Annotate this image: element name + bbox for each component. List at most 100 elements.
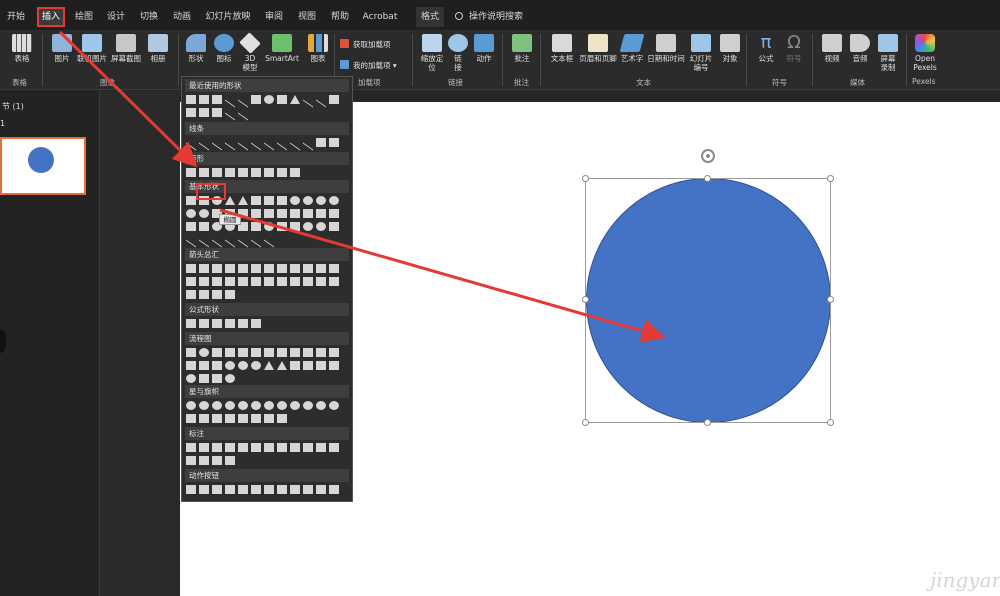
shape-flowchart[interactable] bbox=[199, 361, 209, 370]
shape-bevel[interactable] bbox=[199, 222, 209, 231]
resize-handle-bottom[interactable] bbox=[704, 419, 711, 426]
tab-home[interactable]: 开始 bbox=[4, 7, 28, 27]
shape-arrow[interactable] bbox=[264, 277, 274, 286]
shape-cube[interactable] bbox=[186, 222, 196, 231]
shape-callout[interactable] bbox=[186, 443, 196, 452]
shape-flowchart[interactable] bbox=[264, 348, 274, 357]
shape-arrow[interactable] bbox=[238, 277, 248, 286]
shape-arrow[interactable] bbox=[251, 264, 261, 273]
datetime-button[interactable]: 日期和时间 bbox=[644, 32, 688, 76]
shape-rectangle[interactable] bbox=[264, 168, 274, 177]
shape-right-bracket[interactable] bbox=[238, 231, 248, 248]
shape-arrow[interactable] bbox=[303, 264, 313, 273]
shape-action-button[interactable] bbox=[277, 485, 287, 494]
shape-callout[interactable] bbox=[212, 456, 222, 465]
rotate-handle-icon[interactable] bbox=[701, 149, 715, 163]
shape-flowchart[interactable] bbox=[329, 361, 339, 370]
online-picture-button[interactable]: 联机图片 bbox=[74, 32, 110, 76]
shape-callout[interactable] bbox=[251, 443, 261, 452]
tell-me-search[interactable]: 操作说明搜索 bbox=[455, 7, 523, 27]
shape-brace-pair[interactable] bbox=[212, 231, 222, 248]
shape-flowchart[interactable] bbox=[251, 361, 261, 370]
shape-decagon[interactable] bbox=[186, 209, 196, 218]
shape-rectangle[interactable] bbox=[251, 168, 261, 177]
shape-image[interactable] bbox=[212, 95, 222, 104]
shape-arrow[interactable] bbox=[186, 290, 196, 299]
shape-action-button[interactable] bbox=[316, 485, 326, 494]
shape-arrow[interactable] bbox=[264, 264, 274, 273]
shape-equal[interactable] bbox=[238, 319, 248, 328]
shape-flowchart[interactable] bbox=[186, 361, 196, 370]
shape-line[interactable] bbox=[238, 134, 248, 151]
shape-arrow[interactable] bbox=[238, 264, 248, 273]
shape-arrow[interactable] bbox=[225, 277, 235, 286]
shape-flowchart[interactable] bbox=[238, 348, 248, 357]
shape-rectangle[interactable] bbox=[186, 168, 196, 177]
shape-rectangle[interactable] bbox=[225, 168, 235, 177]
shape-arrow-right[interactable] bbox=[329, 95, 339, 104]
tab-acrobat[interactable]: Acrobat bbox=[360, 7, 400, 27]
table-button[interactable]: 表格 bbox=[4, 32, 40, 76]
shape-star[interactable] bbox=[225, 401, 235, 410]
shape-arrow-bend[interactable] bbox=[212, 108, 222, 117]
shape-textbox-vertical[interactable] bbox=[199, 95, 209, 104]
shape-oval[interactable] bbox=[264, 95, 274, 104]
open-pexels-button[interactable]: Open Pexels bbox=[906, 32, 944, 76]
shape-star[interactable] bbox=[290, 401, 300, 410]
shape-action-button[interactable] bbox=[225, 485, 235, 494]
shape-flowchart[interactable] bbox=[316, 361, 326, 370]
shape-arrow[interactable] bbox=[212, 290, 222, 299]
section-label[interactable]: 节 (1) bbox=[2, 101, 24, 112]
shape-banner[interactable] bbox=[225, 414, 235, 423]
shape-minus[interactable] bbox=[199, 319, 209, 328]
shape-arrow[interactable] bbox=[329, 264, 339, 273]
shape-trapezoid[interactable] bbox=[264, 196, 274, 205]
tab-help[interactable]: 帮助 bbox=[328, 7, 352, 27]
shape-action-button[interactable] bbox=[264, 485, 274, 494]
shape-textbox[interactable] bbox=[186, 95, 196, 104]
shape-plaque[interactable] bbox=[316, 209, 326, 218]
resize-handle-top-left[interactable] bbox=[582, 175, 589, 182]
shape-arrow[interactable] bbox=[186, 277, 196, 286]
shape-star[interactable] bbox=[303, 401, 313, 410]
shape-rectangle[interactable] bbox=[290, 168, 300, 177]
shape-arrow[interactable] bbox=[199, 290, 209, 299]
shape-flowchart[interactable] bbox=[199, 348, 209, 357]
shape-banner[interactable] bbox=[212, 414, 222, 423]
shape-multiply[interactable] bbox=[212, 319, 222, 328]
tab-review[interactable]: 审阅 bbox=[262, 7, 286, 27]
shape-right-brace[interactable] bbox=[264, 231, 274, 248]
shape-arrow[interactable] bbox=[212, 277, 222, 286]
shape-arrow[interactable] bbox=[199, 277, 209, 286]
shape-triangle[interactable] bbox=[225, 196, 235, 205]
shape-smiley[interactable] bbox=[264, 222, 274, 231]
header-footer-button[interactable]: 页眉和页脚 bbox=[578, 32, 618, 76]
shape-star[interactable] bbox=[316, 401, 326, 410]
shape-arrow[interactable] bbox=[277, 277, 287, 286]
shape-cloud[interactable] bbox=[329, 222, 339, 231]
pane-scroll-handle[interactable] bbox=[0, 329, 6, 353]
shape-line[interactable] bbox=[251, 134, 261, 151]
shape-callout[interactable] bbox=[199, 443, 209, 452]
shape-flowchart[interactable] bbox=[212, 374, 222, 383]
shape-star[interactable] bbox=[329, 401, 339, 410]
shape-rounded-rect[interactable] bbox=[277, 95, 287, 104]
action-button[interactable]: 动作 bbox=[466, 32, 502, 76]
shape-line[interactable] bbox=[290, 134, 300, 151]
shape-action-button[interactable] bbox=[186, 485, 196, 494]
shape-flowchart[interactable] bbox=[238, 361, 248, 370]
shape-arrow[interactable] bbox=[290, 277, 300, 286]
shape-arrow[interactable] bbox=[199, 264, 209, 273]
shape-action-button[interactable] bbox=[212, 485, 222, 494]
screenshot-button[interactable]: 屏幕截图 bbox=[108, 32, 144, 76]
shape-dodecagon[interactable] bbox=[199, 209, 209, 218]
tab-draw[interactable]: 绘图 bbox=[72, 7, 96, 27]
resize-handle-bottom-right[interactable] bbox=[827, 419, 834, 426]
shape-callout[interactable] bbox=[316, 443, 326, 452]
shape-line[interactable] bbox=[264, 134, 274, 151]
shape-callout[interactable] bbox=[264, 443, 274, 452]
shape-flowchart[interactable] bbox=[186, 348, 196, 357]
shape-flowchart[interactable] bbox=[277, 348, 287, 357]
tab-animations[interactable]: 动画 bbox=[170, 7, 194, 27]
shape-star[interactable] bbox=[186, 401, 196, 410]
